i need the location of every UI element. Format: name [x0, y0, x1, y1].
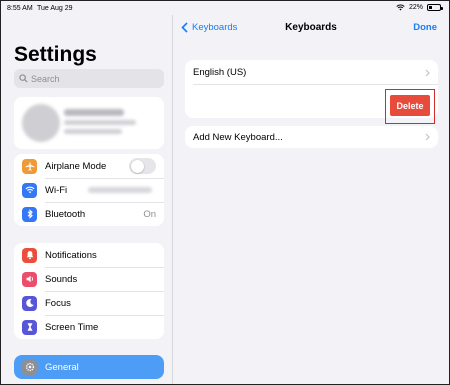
sidebar-item-wifi[interactable]: Wi-Fi	[14, 178, 164, 202]
settings-sidebar: Settings Search Airplane Mode Wi-Fi Blue…	[1, 15, 173, 384]
sidebar-item-airplane-mode[interactable]: Airplane Mode	[14, 154, 164, 178]
bluetooth-status: On	[143, 208, 156, 220]
sidebar-item-screen-time[interactable]: Screen Time	[14, 315, 164, 339]
wifi-network-redacted	[88, 187, 152, 193]
status-bar: 8:55 AM Tue Aug 29 22%	[1, 1, 449, 15]
status-date: Tue Aug 29	[37, 5, 73, 12]
sidebar-item-label: General	[45, 361, 79, 373]
keyboards-pane: Keyboards Keyboards Done English (US) De…	[173, 15, 449, 384]
bluetooth-icon	[22, 206, 37, 222]
sidebar-item-label: Sounds	[45, 273, 78, 285]
done-button[interactable]: Done	[413, 22, 437, 33]
sidebar-item-bluetooth[interactable]: Bluetooth On	[14, 202, 164, 226]
airplane-icon	[22, 158, 37, 174]
notifications-group: Notifications Sounds Focus Screen Time	[14, 243, 164, 339]
bell-icon	[22, 247, 37, 263]
battery-icon	[427, 4, 443, 11]
sidebar-title: Settings	[14, 43, 97, 66]
delete-highlight: Delete	[385, 89, 435, 124]
sidebar-item-label: Notifications	[45, 249, 97, 261]
sidebar-item-focus[interactable]: Focus	[14, 291, 164, 315]
sidebar-item-label: Screen Time	[45, 321, 99, 333]
avatar	[22, 104, 60, 142]
airplane-mode-toggle[interactable]	[129, 158, 156, 174]
sidebar-item-sounds[interactable]: Sounds	[14, 267, 164, 291]
chevron-right-icon	[425, 69, 430, 77]
search-field[interactable]: Search	[14, 69, 164, 88]
search-placeholder: Search	[31, 73, 60, 84]
status-right: 22%	[396, 4, 443, 11]
hourglass-icon	[22, 319, 37, 335]
ipad-screen: 8:55 AM Tue Aug 29 22% Settings Search A…	[0, 0, 450, 385]
speaker-icon	[22, 271, 37, 287]
sidebar-item-label: Wi-Fi	[45, 184, 68, 196]
connectivity-group: Airplane Mode Wi-Fi Bluetooth On	[14, 154, 164, 226]
sidebar-item-label: Airplane Mode	[45, 160, 107, 172]
profile-name-redacted	[64, 109, 124, 116]
moon-icon	[22, 295, 37, 311]
profile-sub-redacted	[64, 129, 122, 134]
search-icon	[19, 74, 28, 83]
apple-id-profile[interactable]	[14, 97, 164, 149]
battery-percent: 22%	[408, 4, 423, 11]
keyboards-list: English (US) Delete	[185, 60, 438, 124]
wifi-icon	[22, 182, 37, 198]
page-title: Keyboards	[285, 22, 337, 33]
chevron-right-icon	[425, 133, 430, 141]
sidebar-item-general[interactable]: General	[14, 355, 164, 379]
divider	[193, 84, 438, 85]
gear-icon	[22, 359, 37, 375]
wifi-status-icon	[396, 4, 405, 11]
status-time: 8:55 AM	[7, 5, 33, 12]
general-group: General	[14, 355, 164, 379]
add-new-keyboard-button[interactable]: Add New Keyboard...	[193, 132, 283, 143]
sidebar-item-label: Bluetooth	[45, 208, 86, 220]
keyboard-row-english[interactable]: English (US)	[193, 67, 246, 78]
add-keyboard-section: Add New Keyboard...	[185, 126, 438, 148]
sidebar-item-label: Focus	[45, 297, 71, 309]
delete-button[interactable]: Delete	[390, 95, 430, 116]
sidebar-item-notifications[interactable]: Notifications	[14, 243, 164, 267]
profile-sub-redacted	[64, 120, 136, 125]
